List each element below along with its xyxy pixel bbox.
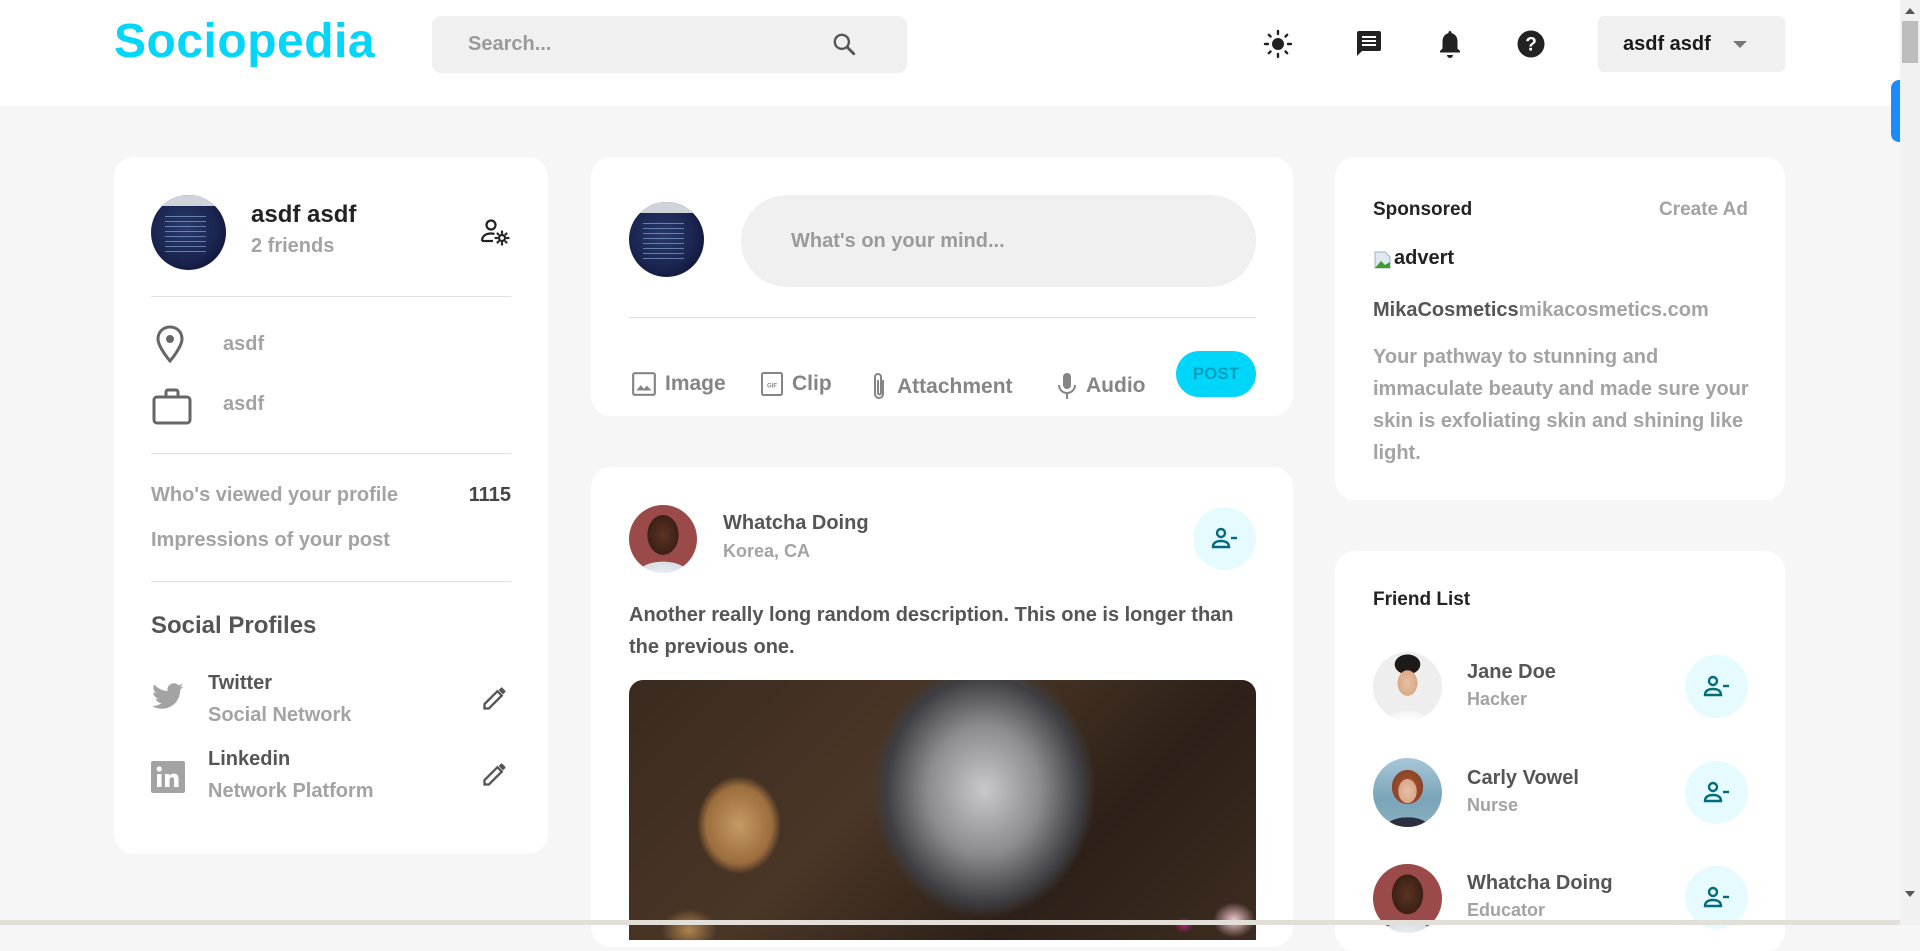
social-profiles-title: Social Profiles — [151, 612, 317, 639]
attachment-action-button[interactable]: Attachment — [869, 371, 1013, 403]
remove-friend-button[interactable] — [1193, 507, 1256, 570]
sponsored-title: Sponsored — [1373, 199, 1473, 220]
occupation-text: asdf — [223, 393, 265, 415]
social-name[interactable]: Twitter — [208, 672, 272, 695]
scrollbar-thumb[interactable] — [1902, 21, 1918, 63]
post-input[interactable] — [741, 195, 1256, 287]
broken-image-icon — [1374, 251, 1391, 269]
divider — [151, 296, 511, 297]
user-name[interactable]: asdf asdf — [251, 201, 356, 229]
friend-avatar[interactable] — [1373, 652, 1442, 721]
divider — [151, 453, 511, 454]
sun-icon[interactable] — [1262, 28, 1294, 60]
search-icon[interactable] — [831, 31, 857, 57]
remove-friend-button[interactable] — [1685, 655, 1748, 718]
post-image[interactable] — [629, 680, 1256, 940]
social-desc: Social Network — [208, 704, 352, 726]
post-author-name[interactable]: Whatcha Doing — [723, 512, 869, 535]
post-author-avatar[interactable] — [629, 505, 697, 573]
twitter-icon — [152, 683, 184, 709]
ad-brand: MikaCosmetics — [1373, 299, 1519, 321]
social-name[interactable]: Linkedin — [208, 748, 290, 771]
image-action-button[interactable]: Image — [631, 371, 726, 397]
attachment-action-label: Attachment — [897, 375, 1013, 398]
image-icon — [632, 372, 656, 396]
post-card: Whatcha Doing Korea, CA Another really l… — [591, 467, 1293, 947]
friends-count: 2 friends — [251, 235, 335, 257]
friend-role: Educator — [1467, 900, 1546, 920]
sponsored-card: Sponsored Create Ad advert MikaCosmetics… — [1335, 157, 1785, 500]
edit-icon[interactable] — [481, 760, 509, 788]
navbar: Sociopedia ? asdf asdf — [0, 0, 1900, 106]
manage-account-icon[interactable] — [480, 217, 510, 247]
friend-role: Hacker — [1467, 689, 1528, 709]
create-ad-link[interactable]: Create Ad — [1659, 199, 1748, 221]
friend-name[interactable]: Carly Vowel — [1467, 767, 1579, 790]
friend-list-title: Friend List — [1373, 589, 1471, 610]
composer-avatar — [629, 202, 704, 277]
profile-views-count: 1115 — [468, 484, 511, 506]
image-action-label: Image — [665, 372, 726, 395]
side-tab[interactable] — [1891, 80, 1900, 142]
linkedin-icon — [151, 761, 185, 793]
gif-icon: GIF — [761, 372, 783, 396]
social-desc: Network Platform — [208, 780, 374, 802]
impressions-label: Impressions of your post — [151, 529, 390, 551]
user-avatar[interactable] — [151, 195, 226, 270]
post-button[interactable]: POST — [1176, 351, 1256, 397]
clip-action-button[interactable]: GIF Clip — [760, 371, 832, 397]
taskbar-edge — [0, 920, 1900, 925]
bell-icon[interactable] — [1434, 28, 1466, 60]
page-scrollbar[interactable] — [1900, 0, 1920, 925]
person-remove-icon — [1703, 886, 1729, 907]
remove-friend-button[interactable] — [1685, 761, 1748, 824]
friend-role: Nurse — [1467, 795, 1519, 815]
user-profile-card: asdf asdf 2 friends asdf asdf Who's view… — [114, 157, 548, 854]
svg-text:?: ? — [1525, 35, 1537, 56]
friend-avatar[interactable] — [1373, 758, 1442, 827]
friend-name[interactable]: Jane Doe — [1467, 661, 1556, 684]
user-menu-dropdown[interactable]: asdf asdf — [1598, 16, 1785, 72]
briefcase-icon — [152, 388, 192, 425]
person-remove-icon — [1703, 675, 1729, 696]
ad-url[interactable]: mikacosmetics.com — [1519, 299, 1709, 321]
person-remove-icon — [1211, 527, 1237, 548]
user-menu-label: asdf asdf — [1623, 32, 1711, 55]
divider — [151, 581, 511, 582]
scroll-up-icon[interactable] — [1905, 8, 1915, 14]
logo[interactable]: Sociopedia — [114, 14, 375, 69]
ad-description: Your pathway to stunning and immaculate … — [1373, 346, 1749, 464]
divider — [629, 317, 1256, 318]
scroll-down-icon[interactable] — [1905, 891, 1915, 897]
audio-action-button[interactable]: Audio — [1056, 371, 1145, 401]
svg-text:GIF: GIF — [767, 384, 777, 390]
profile-views-label: Who's viewed your profile — [151, 484, 399, 506]
post-description: Another really long random description. … — [629, 604, 1234, 658]
paperclip-icon — [874, 373, 884, 399]
chevron-down-icon — [1732, 40, 1747, 48]
location-text: asdf — [223, 333, 265, 355]
post-composer-card: Image GIF Clip Attachment Audio POST — [591, 157, 1293, 416]
audio-action-label: Audio — [1086, 374, 1146, 397]
post-author-location: Korea, CA — [723, 541, 811, 561]
ad-brand-line: MikaCosmeticsmikacosmetics.com — [1373, 299, 1709, 322]
message-icon[interactable] — [1353, 28, 1385, 60]
location-icon — [156, 325, 184, 364]
person-remove-icon — [1703, 781, 1729, 802]
search-box — [432, 16, 907, 73]
clip-action-label: Clip — [792, 372, 832, 395]
friend-list-card: Friend List Jane Doe Hacker Carly Vowel … — [1335, 551, 1785, 951]
edit-icon[interactable] — [481, 684, 509, 712]
search-input[interactable] — [468, 16, 828, 73]
advert-alt-text: advert — [1394, 247, 1455, 269]
help-icon[interactable]: ? — [1515, 28, 1547, 60]
friend-name[interactable]: Whatcha Doing — [1467, 872, 1613, 895]
advert-image: advert — [1373, 247, 1454, 270]
microphone-icon — [1058, 373, 1076, 399]
